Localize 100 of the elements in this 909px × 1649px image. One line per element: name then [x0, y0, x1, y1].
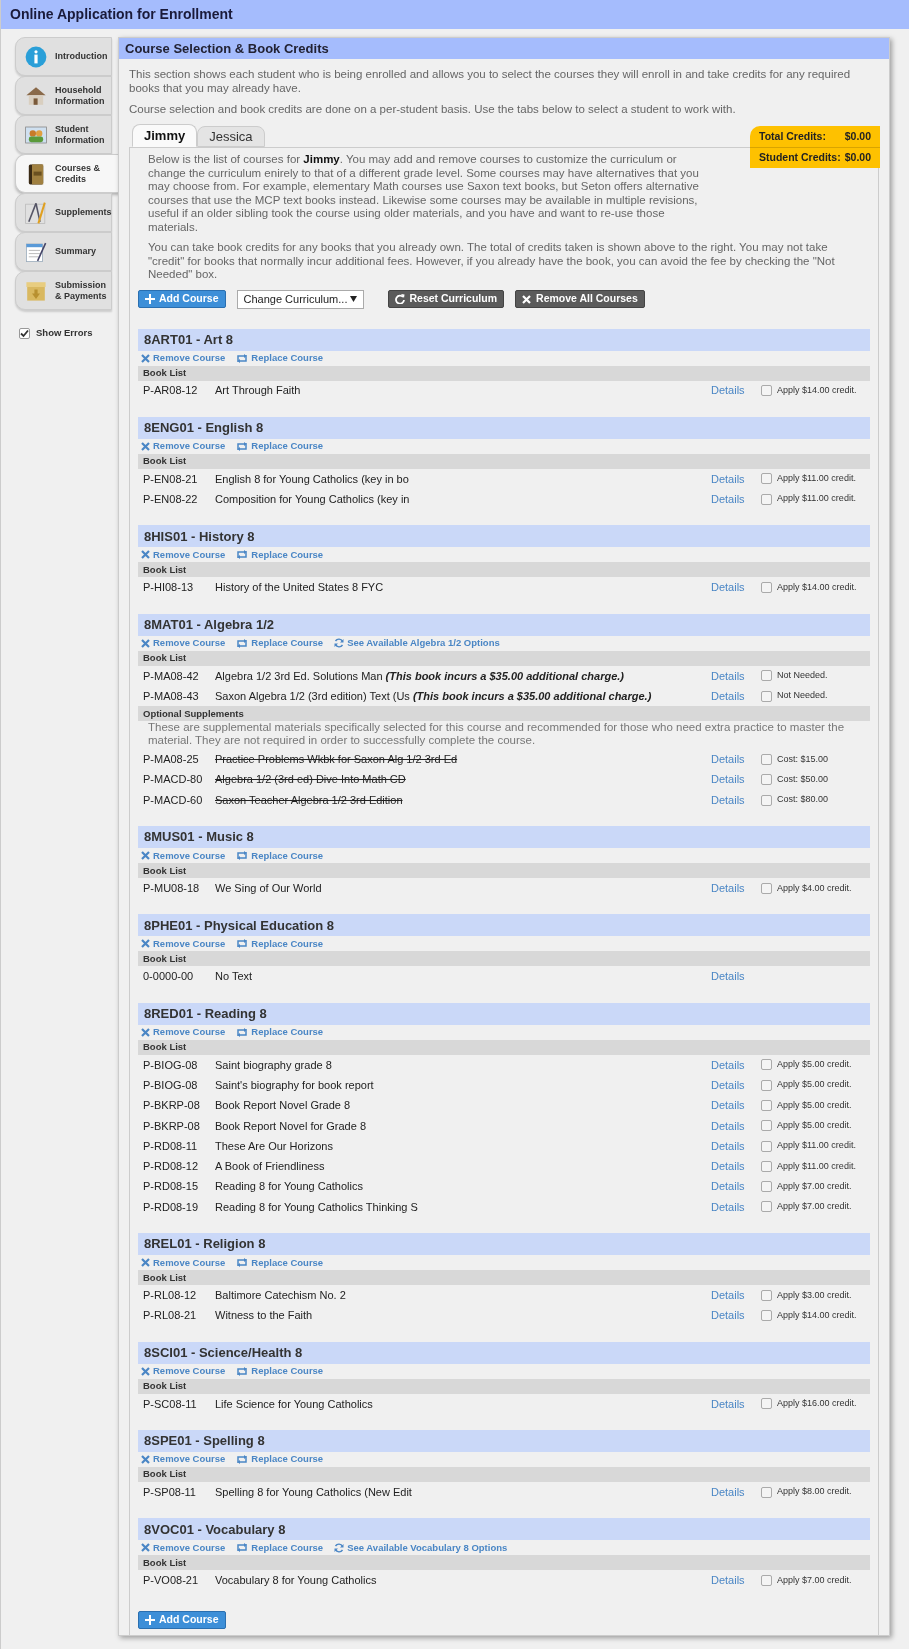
- details-link[interactable]: Details: [711, 1198, 761, 1216]
- sidebar-tab[interactable]: Introduction: [15, 37, 112, 76]
- add-course-button[interactable]: Add Course: [138, 1610, 226, 1629]
- course-header: 8RED01 - Reading 8: [138, 1002, 870, 1025]
- option-checkbox[interactable]: [761, 1398, 772, 1410]
- details-link[interactable]: Details: [711, 1395, 761, 1413]
- remove-course-link[interactable]: Remove Course: [141, 936, 226, 952]
- add-course-button[interactable]: Add Course: [138, 290, 226, 308]
- option-label: Apply $11.00 credit.: [777, 1159, 856, 1173]
- replace-course-link[interactable]: Replace Course: [236, 936, 324, 952]
- show-errors-checkbox[interactable]: [19, 327, 30, 339]
- book-title: We Sing of Our World: [215, 881, 323, 897]
- details-link[interactable]: Details: [711, 880, 761, 897]
- book-code: 0-0000-00: [143, 969, 195, 985]
- option-checkbox[interactable]: [761, 794, 772, 806]
- details-link[interactable]: Details: [711, 1178, 761, 1195]
- details-link[interactable]: Details: [711, 382, 761, 399]
- option-checkbox[interactable]: [761, 1289, 772, 1301]
- curriculum-dropdown[interactable]: Change Curriculum...: [236, 289, 364, 309]
- book-title: Saint's biography for book report: [215, 1077, 375, 1093]
- details-link[interactable]: Details: [711, 1572, 761, 1589]
- replace-course-link[interactable]: Replace Course: [236, 439, 324, 454]
- refresh-icon: [334, 638, 345, 649]
- replace-course-link[interactable]: Replace Course: [236, 1540, 324, 1555]
- details-link[interactable]: Details: [711, 491, 761, 508]
- details-link[interactable]: Details: [711, 1158, 761, 1175]
- option-checkbox[interactable]: [761, 670, 772, 682]
- details-link[interactable]: Details: [711, 751, 761, 768]
- swap-arrows-icon: [236, 1455, 249, 1465]
- details-link[interactable]: Details: [711, 771, 761, 788]
- sidebar-tab[interactable]: Household Information: [15, 76, 112, 115]
- option-checkbox[interactable]: [761, 753, 772, 765]
- sidebar-tab[interactable]: Courses & Credits: [15, 154, 119, 193]
- option-checkbox[interactable]: [761, 882, 772, 894]
- option-checkbox[interactable]: [761, 1181, 772, 1193]
- plus-icon: [145, 1614, 155, 1625]
- details-link[interactable]: Details: [711, 1117, 761, 1135]
- details-link[interactable]: Details: [711, 1076, 761, 1094]
- option-checkbox[interactable]: [761, 690, 772, 702]
- sidebar-tab[interactable]: Supplements: [15, 193, 112, 232]
- options-link[interactable]: See Available Vocabulary 8 Options: [334, 1540, 508, 1555]
- option-checkbox[interactable]: [761, 1079, 772, 1091]
- sidebar-tab[interactable]: Student Information: [15, 115, 112, 154]
- options-link[interactable]: See Available Algebra 1/2 Options: [334, 636, 500, 651]
- option-checkbox[interactable]: [761, 473, 772, 485]
- replace-course-link[interactable]: Replace Course: [236, 547, 324, 562]
- remove-course-link[interactable]: Remove Course: [141, 350, 226, 366]
- details-link[interactable]: Details: [711, 1137, 761, 1155]
- details-link[interactable]: Details: [711, 1307, 761, 1324]
- remove-course-link[interactable]: Remove Course: [141, 848, 226, 863]
- reset-curriculum-button[interactable]: Reset Curriculum: [387, 290, 505, 308]
- details-link[interactable]: Details: [711, 579, 761, 596]
- details-link[interactable]: Details: [711, 470, 761, 488]
- window-title: Online Application for Enrollment: [1, 0, 909, 29]
- replace-course-link[interactable]: Replace Course: [236, 1255, 324, 1270]
- remove-course-link[interactable]: Remove Course: [141, 439, 226, 454]
- sidebar-tab[interactable]: Submission & Payments: [15, 271, 112, 310]
- details-link[interactable]: Details: [711, 1483, 761, 1501]
- option-checkbox[interactable]: [761, 1100, 772, 1111]
- details-link[interactable]: Details: [711, 687, 761, 705]
- option-checkbox[interactable]: [761, 1120, 772, 1132]
- option-checkbox[interactable]: [761, 1310, 772, 1322]
- option-label: Cost: $50.00: [777, 772, 829, 786]
- remove-course-link[interactable]: Remove Course: [141, 547, 226, 562]
- replace-course-link[interactable]: Replace Course: [236, 1025, 324, 1040]
- replace-course-link[interactable]: Replace Course: [236, 1364, 324, 1379]
- remove-course-link[interactable]: Remove Course: [141, 1452, 226, 1467]
- details-link[interactable]: Details: [711, 1097, 761, 1114]
- option-checkbox[interactable]: [761, 1486, 772, 1498]
- option-checkbox[interactable]: [761, 1574, 772, 1586]
- replace-course-link[interactable]: Replace Course: [236, 636, 324, 651]
- option-checkbox[interactable]: [761, 385, 772, 397]
- remove-course-link[interactable]: Remove Course: [141, 636, 226, 651]
- option-checkbox[interactable]: [761, 1059, 772, 1071]
- student-tab[interactable]: Jimmy: [132, 124, 198, 147]
- remove-course-link[interactable]: Remove Course: [141, 1364, 226, 1379]
- details-link[interactable]: Details: [711, 791, 761, 809]
- replace-course-link[interactable]: Replace Course: [236, 848, 324, 863]
- remove-course-link[interactable]: Remove Course: [141, 1255, 226, 1270]
- details-link[interactable]: Details: [711, 667, 761, 685]
- option-checkbox[interactable]: [761, 493, 772, 505]
- student-tab[interactable]: Jessica: [197, 126, 265, 147]
- details-link[interactable]: Details: [711, 1056, 761, 1074]
- option-checkbox[interactable]: [761, 1140, 772, 1152]
- book-title: English 8 for Young Catholics (key in bo: [215, 471, 410, 487]
- replace-course-link[interactable]: Replace Course: [236, 350, 324, 366]
- remove-course-link[interactable]: Remove Course: [141, 1540, 226, 1555]
- remove-course-link[interactable]: Remove Course: [141, 1025, 226, 1040]
- option-checkbox[interactable]: [761, 582, 772, 594]
- details-link[interactable]: Details: [711, 1287, 761, 1304]
- option-checkbox[interactable]: [761, 774, 772, 786]
- book-code: P-RD08-12: [143, 1159, 200, 1175]
- details-link[interactable]: Details: [711, 968, 761, 985]
- course-header: 8ART01 - Art 8: [138, 328, 870, 351]
- sidebar-tab[interactable]: Summary: [15, 232, 112, 271]
- replace-course-link[interactable]: Replace Course: [236, 1452, 324, 1467]
- option-checkbox[interactable]: [761, 1201, 772, 1213]
- credits-label: Total Credits:: [759, 128, 826, 144]
- option-checkbox[interactable]: [761, 1160, 772, 1172]
- remove-all-courses-button[interactable]: Remove All Courses: [515, 290, 645, 308]
